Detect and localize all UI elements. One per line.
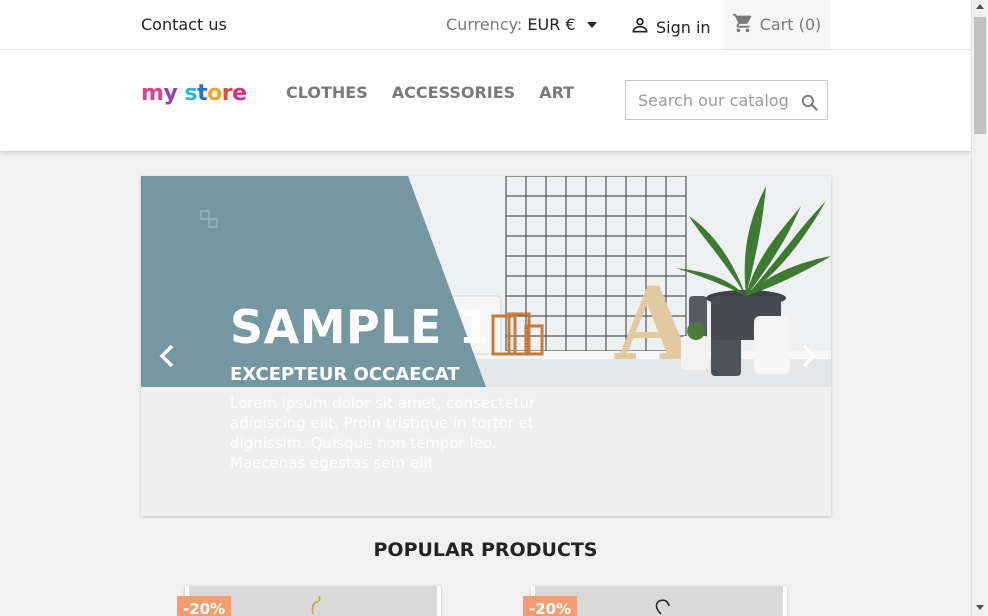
site-header: my store CLOTHES ACCESSORIES ART bbox=[0, 50, 971, 151]
cart-button[interactable]: Cart (0) bbox=[723, 0, 830, 49]
product-card[interactable]: -20% bbox=[177, 586, 441, 616]
scroll-up-icon[interactable] bbox=[976, 4, 984, 9]
menu-item-art[interactable]: ART bbox=[539, 83, 574, 102]
sign-in-link[interactable]: Sign in bbox=[630, 15, 711, 39]
currency-label: Currency: bbox=[446, 15, 523, 34]
page-viewport: Contact us Currency: EUR € Sign in Cart … bbox=[0, 0, 971, 616]
slide-subtitle: EXCEPTEUR OCCAECAT bbox=[230, 364, 460, 385]
cart-label: Cart (0) bbox=[759, 15, 822, 34]
user-icon bbox=[630, 15, 650, 39]
slide-description: Lorem ipsum dolor sit amet, consectetur … bbox=[230, 394, 536, 472]
slide-image: A bbox=[141, 176, 831, 387]
slide-title: SAMPLE 1 bbox=[230, 300, 491, 354]
main-menu: CLOTHES ACCESSORIES ART bbox=[286, 83, 574, 102]
search-input[interactable] bbox=[636, 90, 795, 111]
menu-item-accessories[interactable]: ACCESSORIES bbox=[392, 83, 515, 102]
product-card[interactable]: -20% bbox=[523, 586, 787, 616]
shopping-cart-icon bbox=[732, 12, 754, 38]
store-logo[interactable]: my store bbox=[141, 81, 247, 106]
contact-us-link[interactable]: Contact us bbox=[141, 15, 227, 34]
top-nav: Contact us Currency: EUR € Sign in Cart … bbox=[0, 0, 971, 50]
currency-selector[interactable]: Currency: EUR € bbox=[446, 15, 597, 34]
chevron-right-icon[interactable] bbox=[795, 343, 821, 369]
hero-carousel[interactable]: A SAMPLE 1 EXCEPTEUR OCCAECAT Lorem ipsu… bbox=[141, 176, 831, 516]
discount-badge: -20% bbox=[177, 596, 232, 616]
caret-down-icon bbox=[586, 21, 597, 28]
search-box bbox=[625, 80, 828, 120]
currency-value: EUR € bbox=[527, 15, 576, 34]
search-icon[interactable] bbox=[800, 93, 819, 116]
page-scrollbar[interactable] bbox=[971, 0, 988, 616]
scroll-down-icon[interactable] bbox=[976, 605, 984, 610]
discount-badge: -20% bbox=[523, 596, 578, 616]
chevron-left-icon[interactable] bbox=[155, 343, 181, 369]
popular-products-title: POPULAR PRODUCTS bbox=[373, 539, 598, 561]
sign-in-label: Sign in bbox=[656, 17, 711, 37]
menu-item-clothes[interactable]: CLOTHES bbox=[286, 83, 368, 102]
scrollbar-thumb[interactable] bbox=[974, 17, 986, 134]
